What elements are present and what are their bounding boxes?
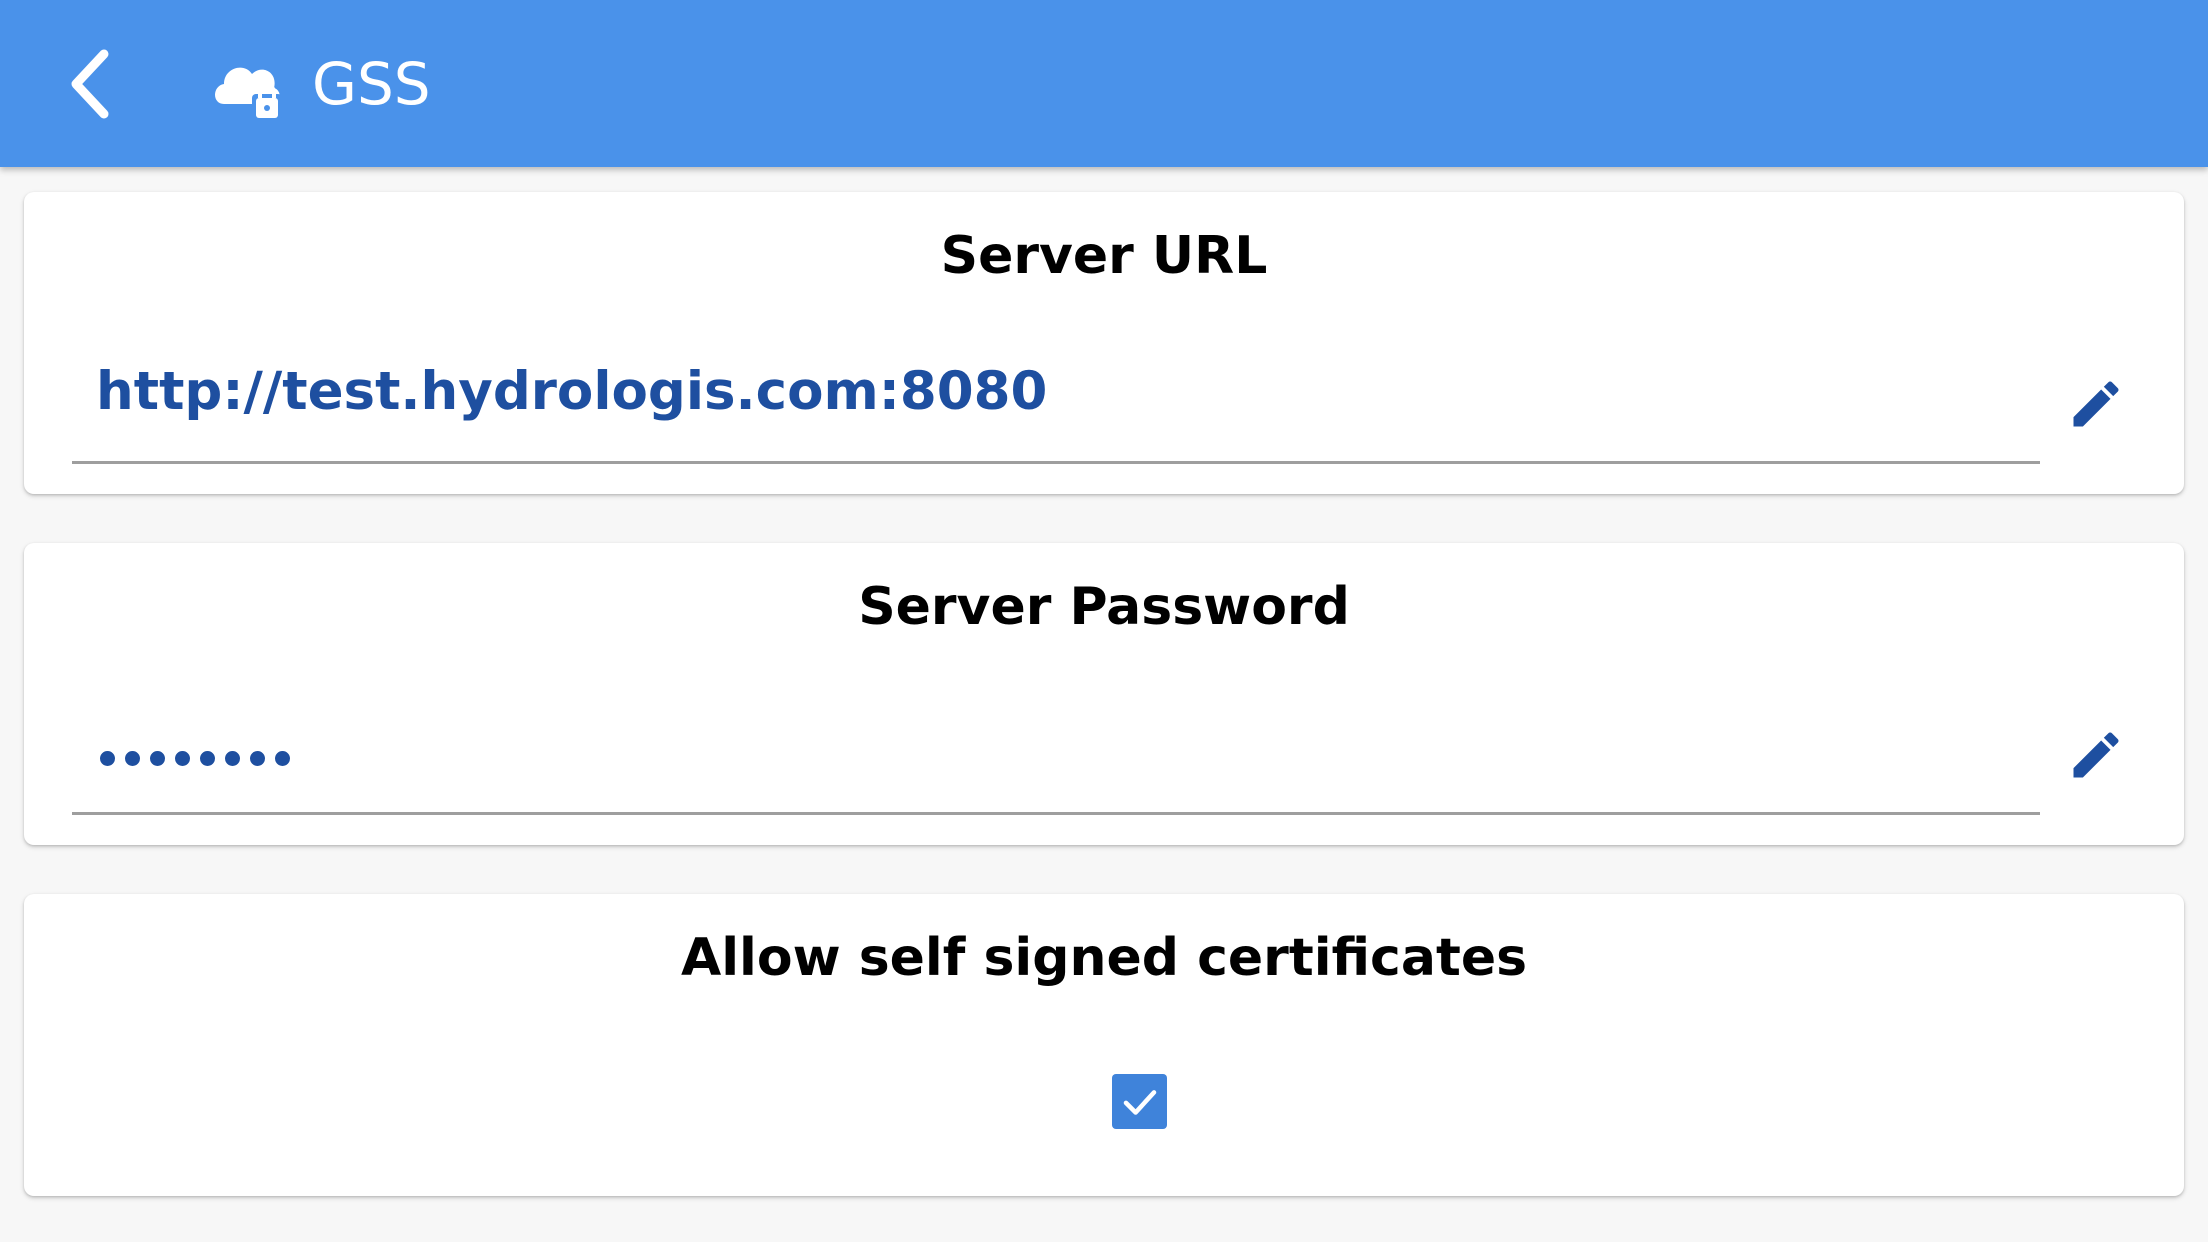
password-dot [225,751,240,766]
edit-server-url-button[interactable] [2054,362,2138,446]
server-url-field[interactable]: http://test.hydrologis.com:8080 [72,342,2040,464]
server-url-card: Server URL http://test.hydrologis.com:80… [24,192,2184,494]
back-button[interactable] [50,44,130,124]
edit-server-password-button[interactable] [2054,713,2138,797]
password-dot [125,751,140,766]
self-signed-title: Allow self signed certificates [680,928,1528,988]
password-dot [175,751,190,766]
cloud-lock-icon [215,67,282,120]
self-signed-checkbox[interactable] [1112,1074,1167,1129]
password-dot [200,751,215,766]
pencil-icon [2073,732,2119,778]
self-signed-card: Allow self signed certificates [24,894,2184,1196]
checkmark-icon [1123,1089,1156,1115]
password-dot [100,751,115,766]
app-bar: GSS [0,0,2208,167]
chevron-left-icon [71,49,109,119]
pencil-icon [2073,381,2119,427]
server-url-title: Server URL [940,226,1268,286]
password-dot [275,751,290,766]
password-dot [250,751,265,766]
server-url-value: http://test.hydrologis.com:8080 [96,361,1048,422]
password-mask [100,751,290,766]
server-password-title: Server Password [858,577,1350,637]
server-password-card: Server Password [24,543,2184,845]
password-dot [150,751,165,766]
app-title: GSS [312,50,431,118]
server-password-field[interactable] [72,693,2040,815]
